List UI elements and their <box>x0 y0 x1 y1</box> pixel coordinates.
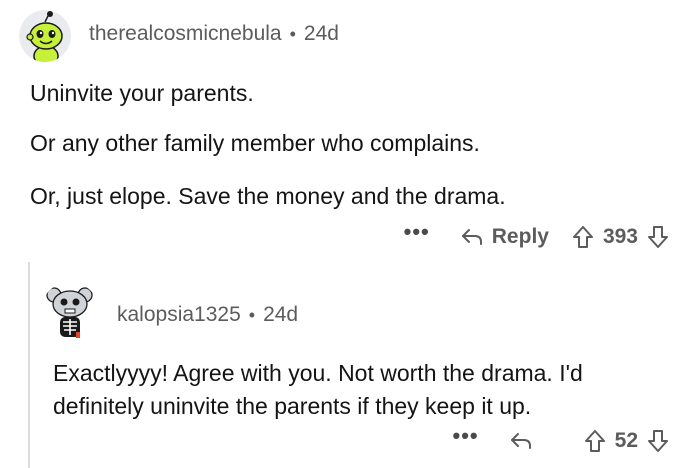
comment-paragraph: Or any other family member who complains… <box>30 130 480 156</box>
author-avatar[interactable] <box>19 10 71 62</box>
vote-score: 393 <box>602 225 638 248</box>
author-username[interactable]: therealcosmicnebula <box>89 22 282 46</box>
reply-button[interactable]: Reply <box>460 225 549 249</box>
vote-controls: 393 <box>571 224 670 250</box>
reply-button[interactable] <box>509 431 541 451</box>
comment-paragraph: Or, just elope. Save the money and the d… <box>30 183 506 209</box>
comment: therealcosmicnebula • 24d Uninvite your … <box>0 0 700 262</box>
vote-controls: 52 <box>583 428 670 454</box>
reply-label: Reply <box>491 225 549 248</box>
reply-arrow-icon <box>461 229 482 245</box>
reply-meta: kalopsia1325 • 24d <box>117 303 298 327</box>
comment-actions: ••• Reply 393 <box>404 220 670 254</box>
meta-separator: • <box>289 23 296 44</box>
reply-line: Exactlyyyy! Agree with you. Not worth th… <box>53 360 583 386</box>
reply-text: Exactlyyyy! Agree with you. Not worth th… <box>53 357 583 423</box>
comment-age: 24d <box>303 22 339 45</box>
downvote-arrow-icon[interactable] <box>646 224 670 250</box>
reply-line: definitely uninvite the parents if they … <box>53 393 532 419</box>
reply-actions: ••• 52 <box>453 424 670 458</box>
downvote-arrow-icon[interactable] <box>646 428 670 454</box>
author-avatar[interactable] <box>41 282 99 340</box>
comment-age: 24d <box>263 303 299 326</box>
upvote-arrow-icon[interactable] <box>571 224 595 250</box>
more-options-button[interactable]: ••• <box>453 425 479 447</box>
author-username[interactable]: kalopsia1325 <box>117 303 241 327</box>
vote-score: 52 <box>614 429 638 452</box>
skeleton-snoo-avatar-icon <box>41 282 99 340</box>
snoo-avatar-icon <box>19 10 71 62</box>
comment-meta: therealcosmicnebula • 24d <box>89 22 339 46</box>
meta-separator: • <box>248 304 256 325</box>
more-options-button[interactable]: ••• <box>404 221 430 243</box>
reply-arrow-icon <box>510 433 531 449</box>
upvote-arrow-icon[interactable] <box>583 428 607 454</box>
comment-paragraph: Uninvite your parents. <box>30 80 254 106</box>
thread-line[interactable] <box>28 262 30 468</box>
